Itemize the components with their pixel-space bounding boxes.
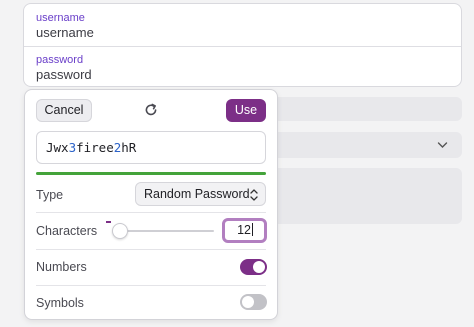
username-label: username [36, 12, 85, 24]
field-divider [24, 46, 461, 47]
regenerate-icon[interactable] [142, 101, 160, 119]
password-field[interactable]: password [36, 67, 92, 82]
symbols-label: Symbols [36, 296, 84, 310]
characters-label: Characters [36, 224, 98, 238]
use-button[interactable]: Use [226, 99, 266, 122]
toggle-knob [242, 296, 254, 308]
type-label: Type [36, 188, 64, 202]
password-strength-bar [36, 172, 266, 175]
characters-slider-track[interactable] [114, 230, 214, 232]
type-select-value: Random Password [144, 187, 250, 201]
username-field[interactable]: username [36, 25, 94, 40]
row-divider [36, 212, 266, 213]
password-letters: hR [121, 140, 137, 155]
row-divider [36, 249, 266, 250]
numbers-toggle[interactable] [240, 259, 267, 275]
password-label: password [36, 54, 84, 66]
cancel-button[interactable]: Cancel [36, 99, 92, 122]
toggle-knob [253, 261, 265, 273]
chevron-down-icon [437, 140, 448, 152]
password-generator-popover: Cancel Use Jwx3firee2hR Type Random Pass… [24, 89, 278, 320]
generated-password-text: Jwx3firee2hR [46, 140, 136, 155]
generated-password-field[interactable]: Jwx3firee2hR [36, 131, 266, 164]
password-digit: 3 [68, 140, 77, 155]
background-row [260, 97, 462, 121]
login-card: username username password password [23, 3, 462, 87]
slider-minus [106, 221, 111, 223]
text-caret [252, 223, 253, 236]
password-letters: firee [76, 140, 114, 155]
type-select[interactable]: Random Password [135, 182, 266, 206]
characters-slider-thumb[interactable] [112, 223, 128, 239]
background-dropdown[interactable] [260, 132, 462, 158]
password-letters: Jwx [46, 140, 69, 155]
characters-value: 12 [237, 223, 251, 237]
symbols-toggle[interactable] [240, 294, 267, 310]
background-panel [260, 168, 462, 224]
up-down-chevron-icon [250, 187, 258, 201]
row-divider [36, 285, 266, 286]
numbers-label: Numbers [36, 260, 87, 274]
characters-input[interactable]: 12 [222, 218, 267, 243]
